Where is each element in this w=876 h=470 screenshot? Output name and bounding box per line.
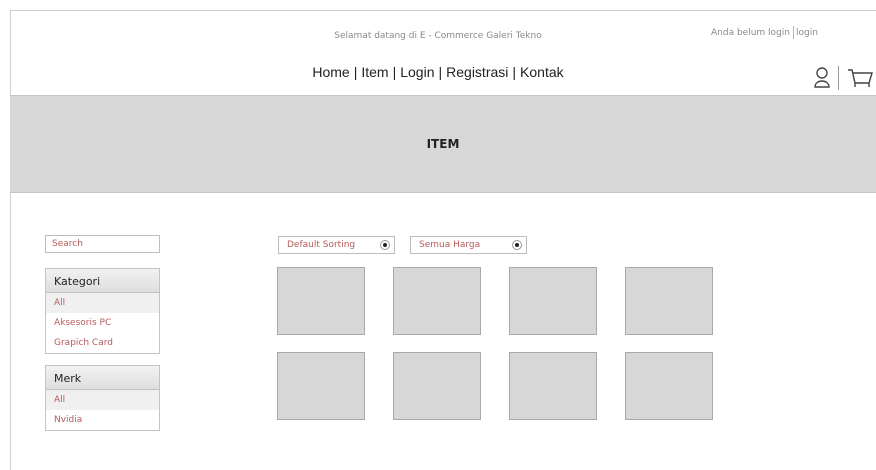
product-tile[interactable]: [393, 352, 481, 420]
merk-title: Merk: [46, 366, 159, 390]
search-input[interactable]: Search: [45, 235, 160, 253]
product-tile[interactable]: [393, 267, 481, 335]
nav-item[interactable]: Item: [361, 64, 388, 80]
dropdown-icon[interactable]: [380, 240, 390, 250]
kategori-panel: Kategori All Aksesoris PC Grapich Card: [45, 268, 160, 354]
nav-separator: |: [392, 64, 397, 80]
product-tile[interactable]: [509, 267, 597, 335]
product-tile[interactable]: [625, 267, 713, 335]
price-value: Semua Harga: [419, 240, 481, 250]
sorting-select[interactable]: Default Sorting: [278, 236, 395, 254]
login-status-text: Anda belum login: [711, 28, 790, 38]
banner-title: ITEM: [426, 137, 460, 151]
product-tile[interactable]: [277, 267, 365, 335]
sorting-value: Default Sorting: [287, 240, 356, 250]
kategori-item-aksesoris-pc[interactable]: Aksesoris PC: [46, 313, 159, 333]
kategori-title: Kategori: [46, 269, 159, 293]
login-link[interactable]: login: [796, 28, 818, 38]
price-select[interactable]: Semua Harga: [410, 236, 527, 254]
product-tile[interactable]: [625, 352, 713, 420]
nav-separator: |: [512, 64, 517, 80]
merk-panel: Merk All Nvidia: [45, 365, 160, 431]
nav-separator: |: [438, 64, 443, 80]
product-tile[interactable]: [277, 352, 365, 420]
login-separator: [792, 26, 794, 39]
user-icon[interactable]: [812, 66, 832, 94]
dropdown-icon[interactable]: [512, 240, 522, 250]
merk-item-nvidia[interactable]: Nvidia: [46, 410, 159, 430]
kategori-item-all[interactable]: All: [46, 293, 159, 313]
nav-login[interactable]: Login: [400, 64, 434, 80]
cart-icon[interactable]: [847, 68, 873, 94]
nav-registrasi[interactable]: Registrasi: [446, 64, 508, 80]
kategori-item-grapich-card[interactable]: Grapich Card: [46, 333, 159, 353]
nav-separator: |: [353, 64, 358, 80]
icon-divider: [838, 66, 839, 90]
nav-home[interactable]: Home: [312, 64, 349, 80]
nav-kontak[interactable]: Kontak: [520, 64, 564, 80]
page-banner: ITEM: [10, 95, 876, 193]
login-status: Anda belum login login: [711, 26, 818, 39]
product-tile[interactable]: [509, 352, 597, 420]
merk-item-all[interactable]: All: [46, 390, 159, 410]
main-nav: Home | Item | Login | Registrasi | Kontak: [0, 64, 876, 80]
